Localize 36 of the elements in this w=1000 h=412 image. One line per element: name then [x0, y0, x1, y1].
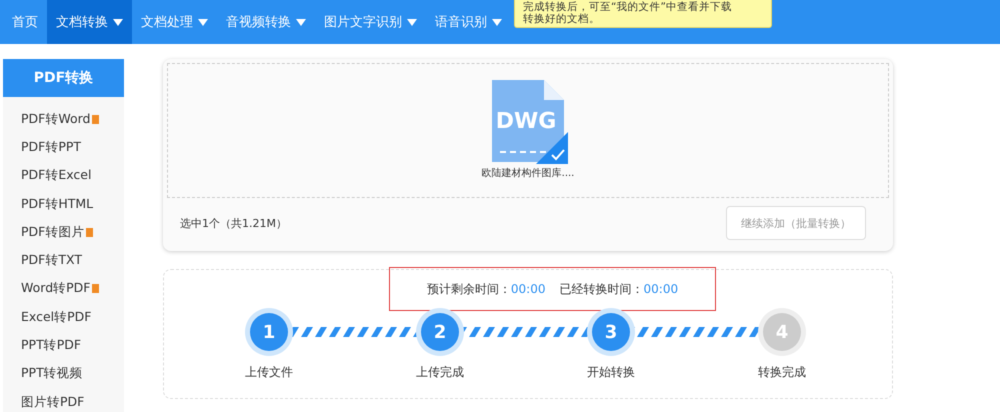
sidebar-link[interactable]: PDF转HTML	[21, 196, 94, 213]
sidebar-link[interactable]: PDF转PPT	[21, 138, 82, 156]
selection-summary: 选中1个（共1.21M）	[180, 216, 287, 230]
hot-badge-icon	[86, 228, 94, 237]
step-circle: 3	[587, 308, 635, 356]
sidebar-link[interactable]: PDF转TXT	[21, 252, 82, 270]
sidebar-link[interactable]: Word转PDF	[21, 280, 90, 298]
hot-badge-icon	[92, 284, 100, 294]
caret-icon	[296, 18, 306, 26]
file-name: 欧陆建材构件图库....	[482, 166, 574, 180]
sidebar-link[interactable]: PDF转Excel	[21, 167, 92, 184]
caret-icon	[113, 18, 123, 26]
step-circle: 2	[416, 308, 464, 356]
caret-icon	[492, 18, 502, 26]
step-label: 转换完成	[758, 364, 806, 381]
sidebar-title: PDF转换	[3, 59, 124, 97]
remaining-time: 00:00	[510, 282, 546, 296]
sidebar-link[interactable]: PDF转图片	[21, 224, 84, 241]
step-circle: 1	[245, 308, 293, 356]
tooltip: 完成转换后，可至“我的文件”中查看并下载 转换好的文档。	[514, 0, 772, 28]
sidebar-link[interactable]: PPT转PDF	[21, 337, 82, 354]
sidebar-link[interactable]: PPT转视频	[21, 365, 83, 382]
sidebar-link[interactable]: 图片转PDF	[21, 394, 84, 411]
hot-badge-icon	[92, 114, 100, 124]
elapsed-time: 00:00	[644, 282, 678, 296]
sidebar-link[interactable]: Excel转PDF	[21, 308, 92, 326]
sidebar-link[interactable]: PDF转Word	[21, 110, 90, 128]
drop-zone[interactable]: DWG 欧陆建材构件图库....	[167, 63, 889, 198]
elapsed-label: 已经转换时间：	[560, 282, 644, 296]
remaining-label: 预计剩余时间：	[426, 282, 511, 296]
step-label: 上传完成	[416, 364, 464, 381]
nav-tab[interactable]: 文档转换	[47, 0, 132, 44]
step-label: 开始转换	[587, 364, 635, 381]
caret-icon	[198, 18, 208, 26]
step-label: 上传文件	[245, 364, 293, 381]
caret-icon	[407, 18, 417, 26]
